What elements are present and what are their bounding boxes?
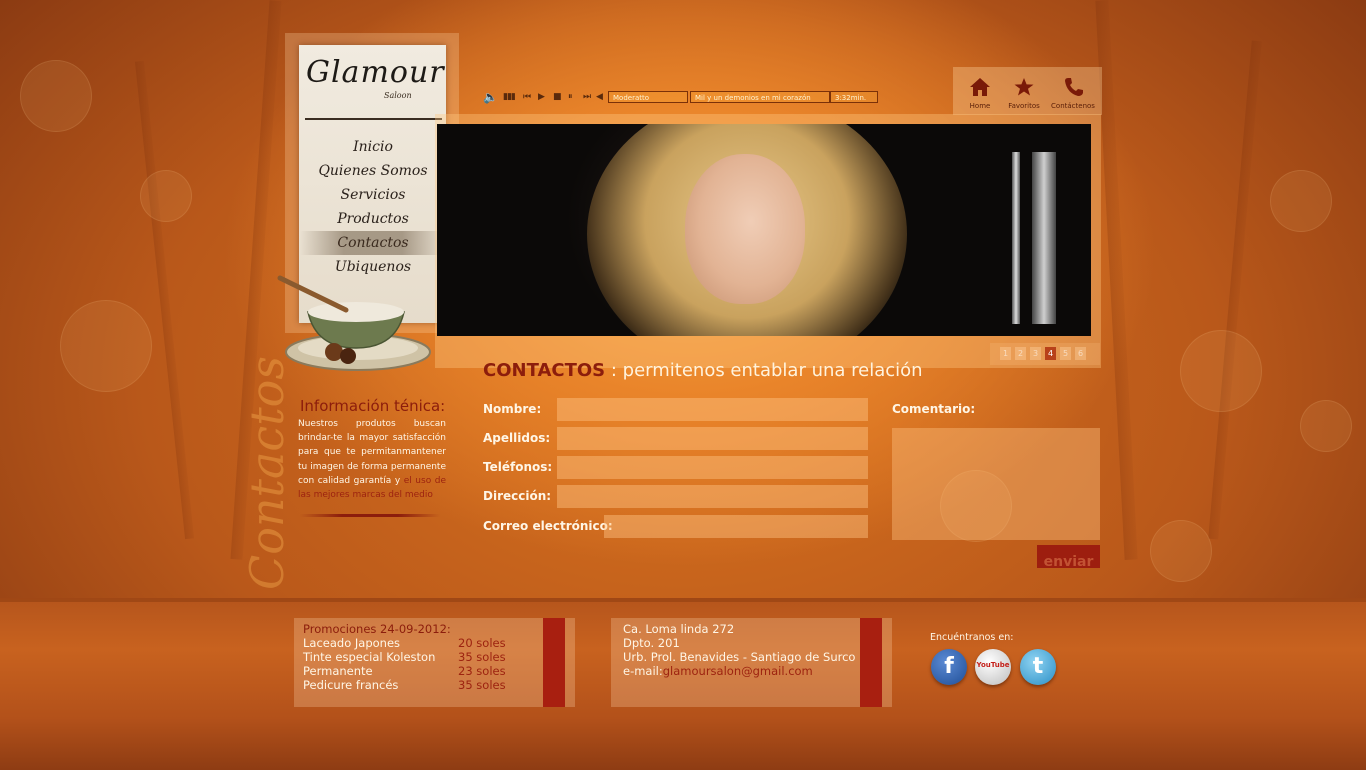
back-icon[interactable]: ◀ <box>596 89 603 105</box>
direccion-label: Dirección: <box>483 489 552 503</box>
twitter-glyph: t <box>1032 654 1044 679</box>
pause-icon[interactable]: ⏸ <box>568 89 573 105</box>
sidebar-divider <box>305 118 442 120</box>
email-label: e-mail: <box>623 664 663 678</box>
next-icon[interactable]: ⏭ <box>583 89 591 105</box>
nav-item-quienes-somos[interactable]: Quienes Somos <box>300 159 446 183</box>
quick-nav-home[interactable]: Home <box>957 77 1003 110</box>
comentario-field[interactable] <box>892 428 1100 540</box>
player-genre: Moderatto <box>608 91 688 103</box>
address-accent-bar <box>860 618 882 707</box>
slider-page-4[interactable]: 4 <box>1045 347 1056 360</box>
promo-price: 20 soles <box>458 636 506 650</box>
prev-icon[interactable]: ⏮ <box>523 89 531 105</box>
promotions-title: Promociones 24-09-2012: <box>303 622 451 636</box>
page-title-strong: CONTACTOS <box>483 360 606 381</box>
logo-text: Glamour <box>306 55 445 90</box>
promo-name: Pedicure francés <box>303 678 399 692</box>
info-divider <box>300 514 440 517</box>
telefonos-field[interactable] <box>557 456 868 479</box>
page-title: CONTACTOS : permitenos entablar una rela… <box>483 360 923 381</box>
promo-price: 23 soles <box>458 664 506 678</box>
nav-item-servicios[interactable]: Servicios <box>300 183 446 207</box>
youtube-glyph: YouTube <box>976 661 1010 669</box>
nombre-field[interactable] <box>557 398 868 421</box>
comentario-label: Comentario: <box>892 402 976 416</box>
address-line-1: Ca. Loma linda 272 <box>623 622 735 636</box>
address-email-row: e-mail:glamoursalon@gmail.com <box>623 664 813 678</box>
player-track: Mil y un demonios en mi corazón <box>690 91 830 103</box>
slider-page-1[interactable]: 1 <box>1000 347 1011 360</box>
correo-label: Correo electrónico: <box>483 519 613 533</box>
info-title: Información ténica: <box>300 397 446 415</box>
promo-price: 35 soles <box>458 678 506 692</box>
promotions-accent-bar <box>543 618 565 707</box>
slider-page-3[interactable]: 3 <box>1030 347 1041 360</box>
nav-item-productos[interactable]: Productos <box>300 207 446 231</box>
speaker-icon[interactable]: 🔈 <box>483 89 498 105</box>
twitter-icon[interactable]: t <box>1020 649 1056 685</box>
youtube-icon[interactable]: YouTube <box>975 649 1011 685</box>
phone-icon <box>1065 78 1083 96</box>
promo-price: 35 soles <box>458 650 506 664</box>
telefonos-label: Teléfonos: <box>483 460 553 474</box>
apellidos-field[interactable] <box>557 427 868 450</box>
equalizer-icon: ▮▮▮ <box>503 92 516 102</box>
social-title: Encuéntranos en: <box>930 632 1014 643</box>
info-body: Nuestros produtos buscan brindar-te la m… <box>298 417 446 502</box>
play-icon[interactable]: ▶ <box>538 89 545 105</box>
nav-item-contactos[interactable]: Contactos <box>300 231 446 255</box>
quick-nav-contactenos[interactable]: Contáctenos <box>1048 77 1098 110</box>
email-link[interactable]: glamoursalon@gmail.com <box>663 664 813 678</box>
facebook-glyph: f <box>944 654 954 679</box>
nav-item-inicio[interactable]: Inicio <box>300 135 446 159</box>
side-watermark: Contactos <box>240 356 294 590</box>
quick-nav: Home Favoritos Contáctenos <box>953 67 1102 115</box>
slider-pagination: 1 2 3 4 5 6 <box>990 343 1100 365</box>
salt-bowl-image <box>276 270 436 379</box>
slider-page-5[interactable]: 5 <box>1060 347 1071 360</box>
stop-icon[interactable]: ■ <box>553 89 562 105</box>
slider-page-2[interactable]: 2 <box>1015 347 1026 360</box>
address-line-2: Dpto. 201 <box>623 636 680 650</box>
nombre-label: Nombre: <box>483 402 542 416</box>
logo-subtitle: Saloon <box>384 91 412 100</box>
hero-banner-image <box>437 124 1091 336</box>
correo-field[interactable] <box>604 515 868 538</box>
promo-name: Permanente <box>303 664 373 678</box>
quick-nav-contactenos-label: Contáctenos <box>1051 102 1095 110</box>
quick-nav-home-label: Home <box>969 102 991 110</box>
promo-name: Tinte especial Koleston <box>303 650 436 664</box>
logo[interactable]: Glamour Saloon <box>306 55 445 105</box>
star-icon <box>1014 78 1034 96</box>
hero-face <box>685 154 805 304</box>
quick-nav-favoritos[interactable]: Favoritos <box>1001 77 1047 110</box>
page-title-rest: : permitenos entablar una relación <box>605 360 923 381</box>
submit-button[interactable]: enviar <box>1037 545 1100 568</box>
home-icon <box>970 78 990 96</box>
promo-name: Laceado Japones <box>303 636 401 650</box>
player-duration: 3:32min. <box>830 91 878 103</box>
address-line-3: Urb. Prol. Benavides - Santiago de Surco <box>623 650 856 664</box>
slider-page-6[interactable]: 6 <box>1075 347 1086 360</box>
main-nav: Inicio Quienes Somos Servicios Productos… <box>300 135 446 279</box>
apellidos-label: Apellidos: <box>483 431 551 445</box>
facebook-icon[interactable]: f <box>931 649 967 685</box>
direccion-field[interactable] <box>557 485 868 508</box>
quick-nav-favoritos-label: Favoritos <box>1008 102 1040 110</box>
